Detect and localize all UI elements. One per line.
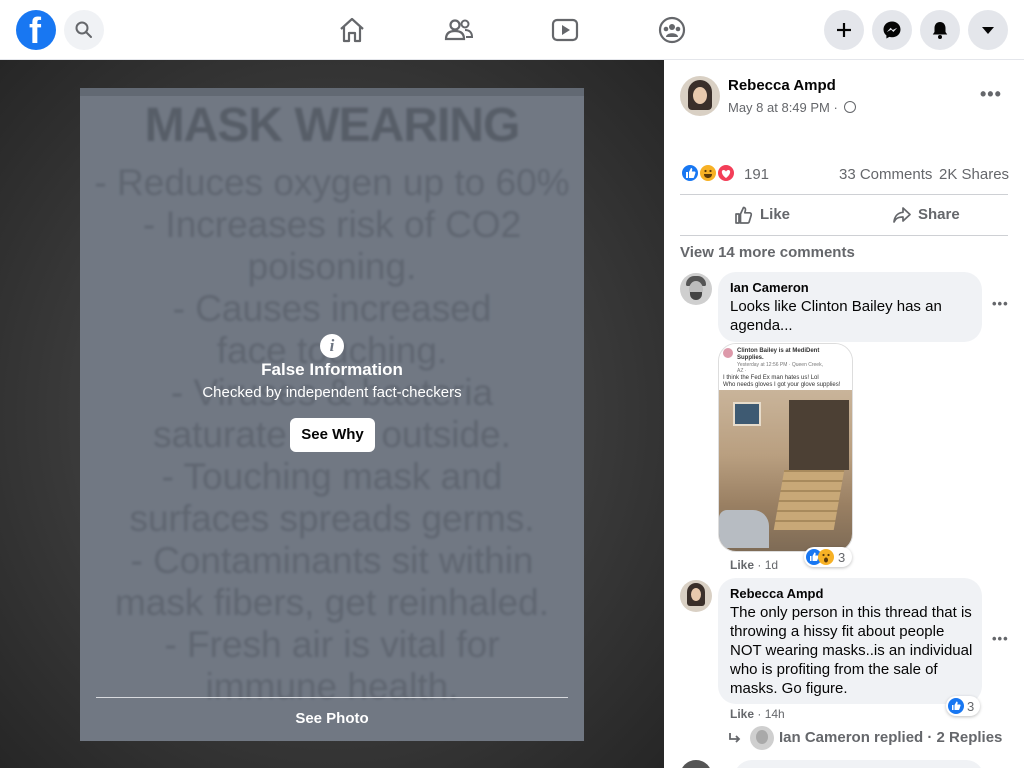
- screenshot-text: Who needs gloves I got your glove suppli…: [723, 382, 841, 388]
- comment-text-line: agenda...: [730, 317, 793, 334]
- see-photo-button[interactable]: See Photo: [80, 710, 584, 727]
- comment-actions: Like · 1d: [730, 558, 778, 572]
- author-avatar[interactable]: [680, 76, 720, 116]
- like-button[interactable]: Like: [734, 203, 824, 227]
- separator: ·: [757, 558, 765, 572]
- comment-text: The only person in this thread that is t…: [730, 603, 972, 698]
- search-icon: [75, 21, 92, 38]
- false-info-subtitle: Checked by independent fact-checkers: [202, 384, 462, 401]
- commenter-name[interactable]: Ian Cameron: [730, 280, 809, 295]
- window-shape: [733, 402, 761, 426]
- share-button[interactable]: Share: [892, 203, 992, 227]
- top-navigation-bar: f: [0, 0, 1024, 60]
- comment-text-line: who is profiting from the sale of: [730, 661, 938, 678]
- reaction-count[interactable]: 191: [744, 166, 769, 183]
- reply-arrow-icon: [729, 733, 741, 743]
- separator: ·: [757, 707, 765, 721]
- comment-bubble: Rebecca Ampd The only person in this thr…: [718, 578, 982, 704]
- home-icon[interactable]: [336, 14, 368, 46]
- love-reaction-icon: [716, 163, 736, 183]
- comment-reactions[interactable]: 3: [946, 696, 980, 716]
- like-label: Like: [760, 206, 791, 223]
- account-menu-button[interactable]: [968, 10, 1008, 50]
- screenshot-text: Clinton Bailey is at MediDent: [737, 348, 820, 354]
- groups-icon[interactable]: [656, 14, 688, 46]
- blurred-photo: MASK WEARING - Reduces oxygen up to 60% …: [80, 88, 584, 741]
- notifications-icon: [932, 22, 948, 39]
- comment-like-button[interactable]: Like: [730, 558, 754, 572]
- comment-bubble: Ian Cameron Looks like Clinton Bailey ha…: [718, 272, 982, 342]
- comment-actions: Like · 14h: [730, 707, 785, 721]
- comment-text-line: Looks like Clinton Bailey has an: [730, 298, 942, 315]
- thumbs-up-icon: [735, 206, 753, 224]
- friends-icon[interactable]: [443, 14, 475, 46]
- view-more-comments-link[interactable]: View 14 more comments: [680, 244, 855, 261]
- create-button[interactable]: [824, 10, 864, 50]
- car-shape: [719, 510, 769, 548]
- divider: [680, 194, 1008, 195]
- haha-reaction-icon: [698, 163, 718, 183]
- comment-time[interactable]: 14h: [765, 707, 785, 721]
- divider: [680, 235, 1008, 236]
- false-info-overlay: [80, 88, 584, 741]
- plus-icon: [837, 23, 851, 37]
- comment-like-button[interactable]: Like: [730, 707, 754, 721]
- see-why-button[interactable]: See Why: [290, 418, 375, 452]
- comment-options-icon[interactable]: •••: [992, 631, 1009, 646]
- info-icon: i: [320, 334, 344, 358]
- comment-reaction-count: 3: [838, 550, 846, 565]
- shares-count[interactable]: 2K Shares: [939, 166, 1009, 183]
- post-timestamp[interactable]: May 8 at 8:49 PM ·: [728, 100, 838, 115]
- comment-options-icon[interactable]: •••: [992, 296, 1009, 311]
- messenger-button[interactable]: [872, 10, 912, 50]
- share-label: Share: [918, 206, 960, 223]
- screenshot-text: Yesterday at 12:56 PM · Queen Creek,: [737, 362, 823, 368]
- facebook-logo[interactable]: f: [16, 10, 56, 51]
- like-reaction-icon: [948, 698, 964, 714]
- divider: [96, 697, 568, 698]
- post-author-name[interactable]: Rebecca Ampd: [728, 77, 836, 94]
- screenshot-text: AZ ·: [737, 368, 747, 374]
- comment-time[interactable]: 1d: [765, 558, 778, 572]
- share-icon: [893, 207, 911, 223]
- commenter-avatar[interactable]: [680, 580, 712, 612]
- boxes-photo: [719, 390, 852, 551]
- watch-icon[interactable]: [549, 14, 581, 46]
- comment-text-line: masks. Go figure.: [730, 680, 848, 697]
- search-button[interactable]: [64, 10, 104, 50]
- boxes-shape: [773, 470, 845, 530]
- notifications-button[interactable]: [920, 10, 960, 50]
- comment-text-line: throwing a hissy fit about people: [730, 623, 945, 640]
- screenshot-text: Supplies.: [737, 355, 764, 361]
- messenger-icon: [883, 21, 901, 39]
- screenshot-header: Clinton Bailey is at MediDent Supplies. …: [719, 344, 852, 390]
- commenter-avatar[interactable]: [680, 273, 712, 305]
- more-options-icon[interactable]: •••: [980, 84, 1002, 105]
- screenshot-avatar: [723, 348, 733, 358]
- screenshot-text: I think the Fed Ex man hates us! Lol: [723, 375, 819, 381]
- doorway-shape: [789, 400, 849, 470]
- comment-text: Looks like Clinton Bailey has an agenda.…: [730, 297, 942, 335]
- globe-icon: [844, 101, 856, 113]
- comment-attachment-image[interactable]: Clinton Bailey is at MediDent Supplies. …: [718, 343, 853, 552]
- comment-text-line: The only person in this thread that is: [730, 604, 972, 621]
- commenter-name[interactable]: Rebecca Ampd: [730, 586, 823, 601]
- comment-text-line: NOT wearing masks..is an individual: [730, 642, 973, 659]
- post-side-panel: Rebecca Ampd May 8 at 8:49 PM · ••• 191 …: [664, 60, 1024, 768]
- view-replies-link[interactable]: Ian Cameron replied · 2 Replies: [779, 729, 1002, 746]
- photo-viewer: MASK WEARING - Reduces oxygen up to 60% …: [0, 60, 664, 768]
- comment-reaction-count: 3: [967, 699, 975, 714]
- comment-bubble: [734, 760, 984, 768]
- comments-count[interactable]: 33 Comments: [839, 166, 932, 183]
- commenter-avatar[interactable]: [680, 760, 712, 768]
- wow-reaction-icon: [818, 549, 834, 565]
- like-reaction-icon: [680, 163, 700, 183]
- comment-reactions[interactable]: 3: [804, 547, 852, 567]
- reply-avatar: [750, 726, 774, 750]
- false-info-title: False Information: [261, 360, 403, 379]
- facebook-logo-letter: f: [29, 10, 41, 51]
- caret-down-icon: [982, 27, 994, 34]
